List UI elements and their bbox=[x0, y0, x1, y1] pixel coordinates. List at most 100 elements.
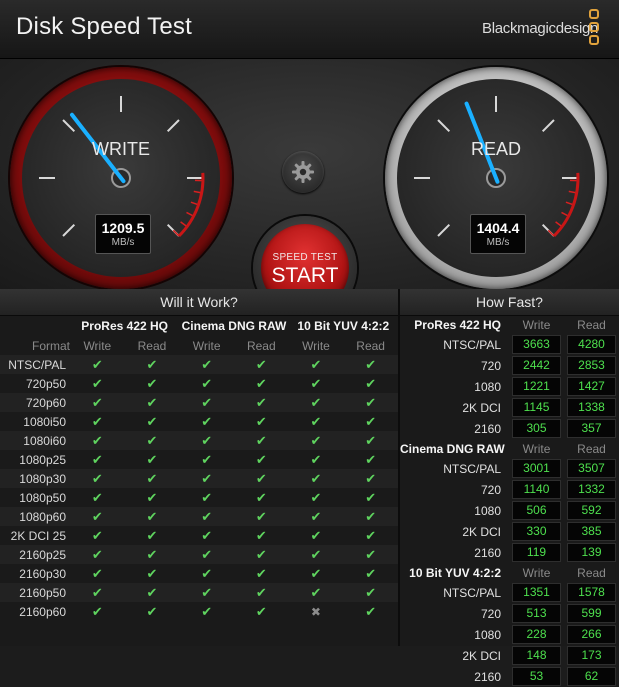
check-icon: ✔ bbox=[125, 507, 180, 526]
how-fast-header: How Fast? bbox=[400, 289, 619, 316]
write-fps-cell: 119 bbox=[509, 542, 564, 563]
format-label: 1080p60 bbox=[0, 507, 70, 526]
read-gauge-label: READ bbox=[397, 139, 595, 160]
check-icon: ✔ bbox=[234, 450, 289, 469]
read-fps-cell: 266 bbox=[564, 624, 619, 645]
speed-row: 1080228266 bbox=[400, 624, 619, 645]
check-icon: ✔ bbox=[125, 545, 180, 564]
title-bar: Disk Speed Test Blackmagicdesign bbox=[0, 0, 619, 59]
resolution-label: 2160 bbox=[400, 418, 509, 439]
write-fps-value: 3663 bbox=[512, 335, 561, 354]
check-icon: ✔ bbox=[179, 393, 234, 412]
read-fps-cell: 592 bbox=[564, 500, 619, 521]
check-icon: ✔ bbox=[179, 545, 234, 564]
read-fps-cell: 1427 bbox=[564, 376, 619, 397]
format-label: 1080i50 bbox=[0, 412, 70, 431]
check-icon: ✔ bbox=[343, 450, 398, 469]
format-row: 1080p25✔✔✔✔✔✔ bbox=[0, 450, 398, 469]
will-it-work-table: ProRes 422 HQCinema DNG RAW10 Bit YUV 4:… bbox=[0, 315, 398, 621]
format-label: 2160p50 bbox=[0, 583, 70, 602]
check-icon: ✔ bbox=[234, 412, 289, 431]
read-column-header: Read bbox=[234, 336, 289, 355]
check-icon: ✔ bbox=[70, 526, 125, 545]
read-fps-cell: 3507 bbox=[564, 458, 619, 479]
read-fps-value: 357 bbox=[567, 419, 616, 438]
write-fps-value: 119 bbox=[512, 543, 561, 562]
format-label: 720p60 bbox=[0, 393, 70, 412]
read-speed-readout: 1404.4 MB/s bbox=[470, 214, 526, 254]
check-icon: ✔ bbox=[343, 602, 398, 621]
format-row: 1080p30✔✔✔✔✔✔ bbox=[0, 469, 398, 488]
check-icon: ✔ bbox=[179, 431, 234, 450]
read-column-header: Read bbox=[564, 315, 619, 334]
read-fps-value: 173 bbox=[567, 646, 616, 665]
resolution-label: NTSC/PAL bbox=[400, 334, 509, 355]
read-gauge: READ 1404.4 MB/s bbox=[385, 67, 607, 289]
will-it-work-header: Will it Work? bbox=[0, 289, 398, 316]
read-fps-value: 2853 bbox=[567, 356, 616, 375]
check-icon: ✔ bbox=[70, 431, 125, 450]
check-icon: ✔ bbox=[179, 469, 234, 488]
brand-name: Blackmagicdesign bbox=[482, 20, 598, 37]
write-speed-unit: MB/s bbox=[96, 237, 150, 248]
check-icon: ✔ bbox=[234, 507, 289, 526]
format-label: 2160p60 bbox=[0, 602, 70, 621]
read-speed-value: 1404.4 bbox=[471, 220, 525, 236]
write-fps-value: 1351 bbox=[512, 583, 561, 602]
speed-row: 720513599 bbox=[400, 603, 619, 624]
check-icon: ✔ bbox=[289, 393, 344, 412]
check-icon: ✔ bbox=[343, 355, 398, 374]
format-header: Format bbox=[0, 336, 70, 355]
disk-speed-test-window: Disk Speed Test Blackmagicdesign WRITE 1… bbox=[0, 0, 619, 646]
format-row: 2160p30✔✔✔✔✔✔ bbox=[0, 564, 398, 583]
speed-row: 2K DCI148173 bbox=[400, 645, 619, 666]
codec-group-title: ProRes 422 HQ bbox=[400, 315, 509, 334]
codec-group-title: Cinema DNG RAW bbox=[400, 439, 509, 458]
speed-row: 2160119139 bbox=[400, 542, 619, 563]
read-gauge-major-tick bbox=[543, 120, 554, 131]
resolution-label: NTSC/PAL bbox=[400, 582, 509, 603]
resolution-label: 720 bbox=[400, 355, 509, 376]
check-icon: ✔ bbox=[179, 412, 234, 431]
write-speed-readout: 1209.5 MB/s bbox=[95, 214, 151, 254]
read-fps-value: 1427 bbox=[567, 377, 616, 396]
read-fps-cell: 2853 bbox=[564, 355, 619, 376]
check-icon: ✔ bbox=[289, 450, 344, 469]
write-gauge-major-tick bbox=[63, 225, 74, 236]
check-icon: ✔ bbox=[179, 355, 234, 374]
read-column-header: Read bbox=[343, 336, 398, 355]
check-icon: ✔ bbox=[343, 393, 398, 412]
gear-icon bbox=[291, 160, 315, 184]
format-row: 1080i50✔✔✔✔✔✔ bbox=[0, 412, 398, 431]
check-icon: ✔ bbox=[70, 469, 125, 488]
write-fps-cell: 506 bbox=[509, 500, 564, 521]
read-fps-value: 62 bbox=[567, 667, 616, 686]
write-fps-value: 513 bbox=[512, 604, 561, 623]
check-icon: ✔ bbox=[234, 526, 289, 545]
format-label: 1080i60 bbox=[0, 431, 70, 450]
read-fps-value: 1338 bbox=[567, 398, 616, 417]
write-fps-value: 1221 bbox=[512, 377, 561, 396]
check-icon: ✔ bbox=[179, 564, 234, 583]
resolution-label: NTSC/PAL bbox=[400, 458, 509, 479]
check-icon: ✔ bbox=[179, 450, 234, 469]
resolution-label: 1080 bbox=[400, 376, 509, 397]
check-icon: ✔ bbox=[179, 374, 234, 393]
check-icon: ✔ bbox=[70, 450, 125, 469]
read-fps-value: 385 bbox=[567, 522, 616, 541]
format-row: 1080i60✔✔✔✔✔✔ bbox=[0, 431, 398, 450]
read-fps-cell: 173 bbox=[564, 645, 619, 666]
check-icon: ✔ bbox=[343, 412, 398, 431]
write-fps-cell: 513 bbox=[509, 603, 564, 624]
check-icon: ✔ bbox=[70, 583, 125, 602]
check-icon: ✔ bbox=[125, 355, 180, 374]
write-gauge: WRITE 1209.5 MB/s bbox=[10, 67, 232, 289]
check-icon: ✔ bbox=[70, 545, 125, 564]
start-button-label: START bbox=[261, 264, 349, 288]
settings-button[interactable] bbox=[282, 151, 324, 193]
check-icon: ✔ bbox=[289, 545, 344, 564]
check-icon: ✔ bbox=[234, 583, 289, 602]
check-icon: ✔ bbox=[289, 469, 344, 488]
check-icon: ✔ bbox=[234, 545, 289, 564]
check-icon: ✔ bbox=[234, 564, 289, 583]
